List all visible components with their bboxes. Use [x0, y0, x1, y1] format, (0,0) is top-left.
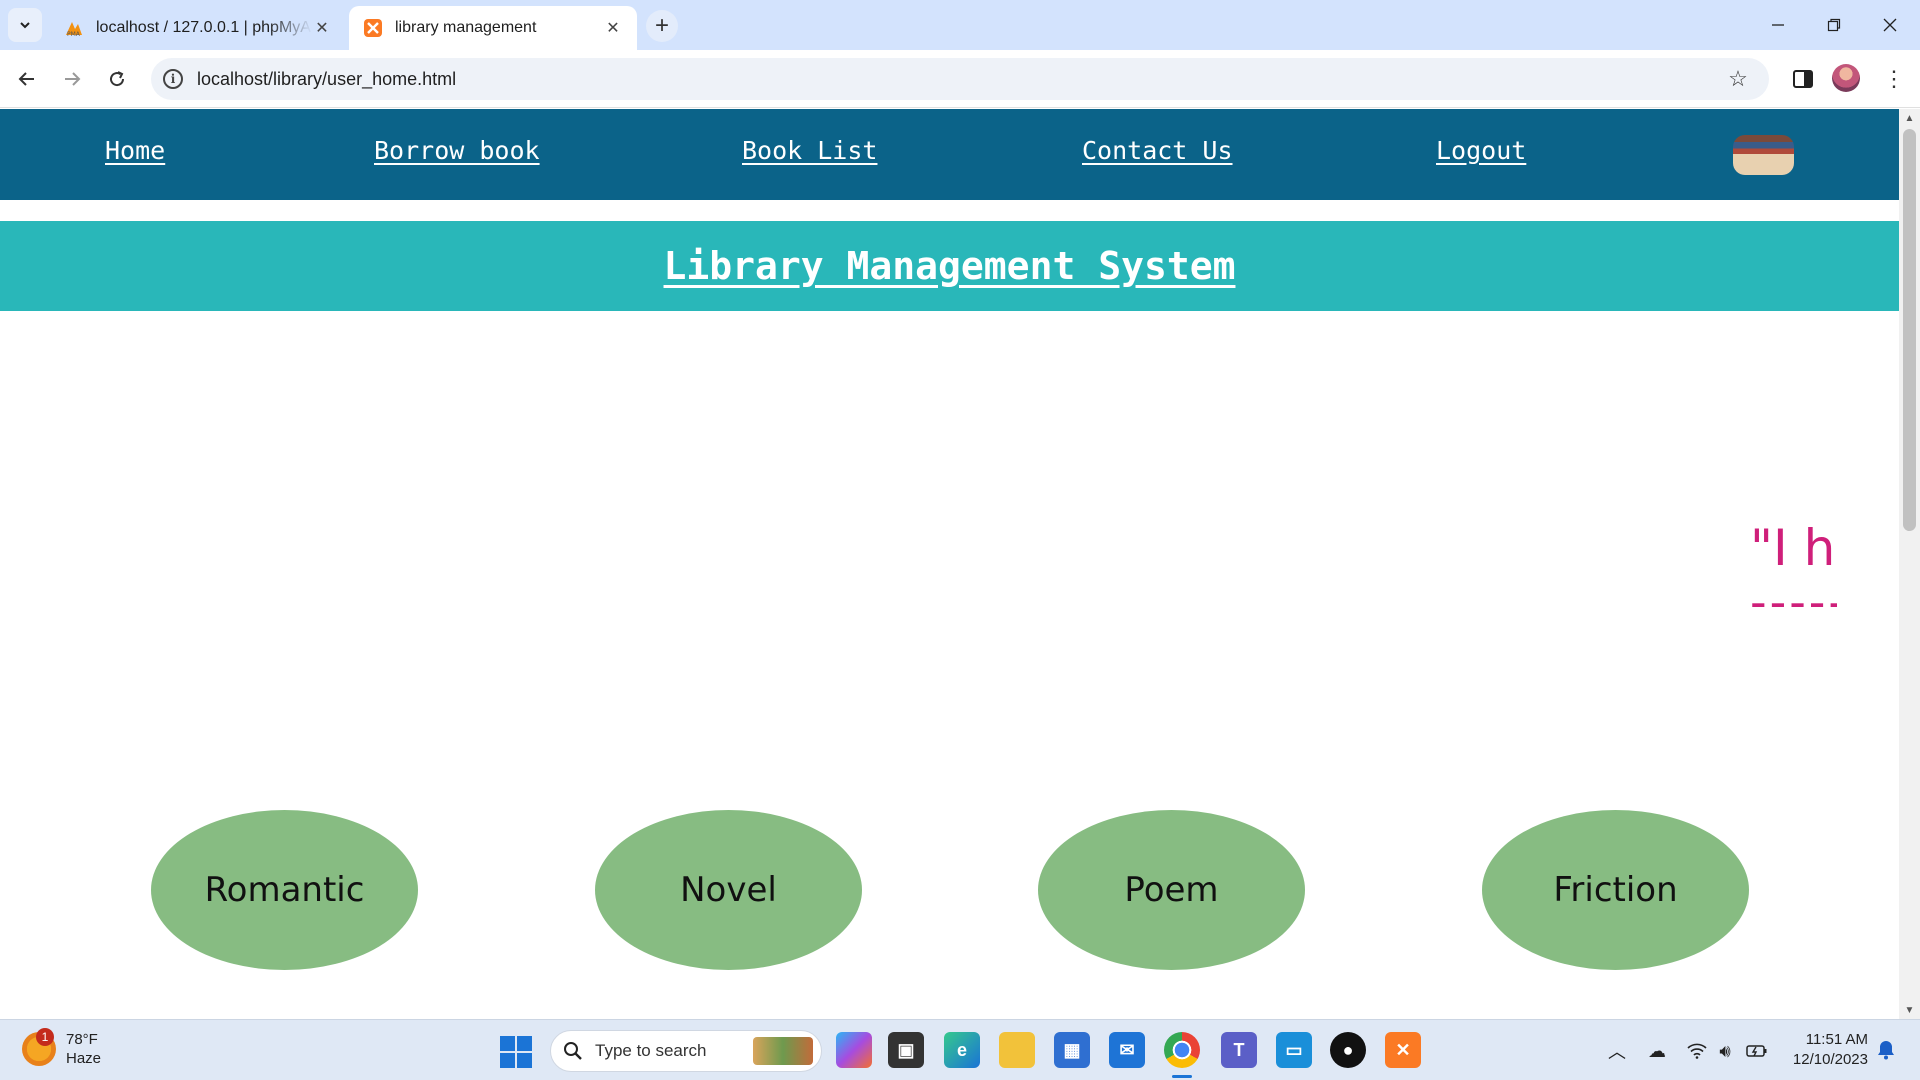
- edge-browser-icon[interactable]: e: [944, 1032, 980, 1068]
- address-bar[interactable]: i localhost/library/user_home.html ☆: [151, 58, 1769, 100]
- restore-icon: [1827, 18, 1841, 32]
- category-friction[interactable]: Friction: [1482, 810, 1749, 970]
- side-panel-button[interactable]: [1786, 62, 1820, 96]
- tab-library-management[interactable]: library management ✕: [349, 6, 637, 50]
- system-clock[interactable]: 11:51 AM 12/10/2023: [1786, 1030, 1868, 1070]
- windows-start-icon[interactable]: [500, 1036, 532, 1068]
- wifi-icon[interactable]: [1684, 1038, 1710, 1064]
- page-viewport: Home Borrow book Book List Contact Us Lo…: [0, 109, 1899, 1019]
- bookmark-star-icon[interactable]: ☆: [1721, 66, 1755, 92]
- close-icon: [1883, 18, 1897, 32]
- remote-desktop-icon[interactable]: ▭: [1276, 1032, 1312, 1068]
- arrow-right-icon: [65, 72, 81, 86]
- page-title: Library Management System: [663, 244, 1236, 288]
- nav-link-home[interactable]: Home: [105, 136, 165, 165]
- search-highlight-image: [753, 1037, 813, 1065]
- tab-search-button[interactable]: [8, 8, 42, 42]
- onedrive-icon[interactable]: ☁: [1644, 1038, 1670, 1064]
- chevron-down-icon: [20, 22, 30, 29]
- site-info-icon[interactable]: i: [163, 69, 183, 89]
- notification-bell-icon[interactable]: [1874, 1038, 1898, 1062]
- reload-icon: [110, 71, 125, 87]
- close-icon[interactable]: ✕: [312, 18, 332, 38]
- minimize-icon: [1772, 24, 1784, 26]
- task-view-icon[interactable]: ▣: [888, 1032, 924, 1068]
- quote-marquee: "I ha -----: [1745, 519, 1837, 629]
- new-tab-button[interactable]: +: [646, 10, 678, 42]
- tab-title: localhost / 127.0.0.1 | phpMyAdmin: [96, 19, 312, 36]
- xampp-icon: [363, 18, 383, 38]
- nav-link-book-list[interactable]: Book List: [742, 136, 877, 165]
- notification-badge: 1: [36, 1028, 54, 1046]
- tab-phpmyadmin[interactable]: PMA localhost / 127.0.0.1 | phpMyAdmin ✕: [50, 6, 346, 50]
- chevron-up-icon[interactable]: ︿: [1604, 1038, 1630, 1064]
- site-navbar: Home Borrow book Book List Contact Us Lo…: [0, 109, 1899, 200]
- category-poem[interactable]: Poem: [1038, 810, 1305, 970]
- weather-description: Haze: [66, 1050, 102, 1067]
- minimize-button[interactable]: [1750, 0, 1806, 50]
- close-icon[interactable]: ✕: [603, 18, 623, 38]
- scroll-up-icon[interactable]: ▲: [1899, 109, 1920, 127]
- marquee-author-text: -----: [1750, 575, 1837, 629]
- reload-button[interactable]: [100, 62, 134, 96]
- github-icon[interactable]: ●: [1330, 1032, 1366, 1068]
- category-romantic[interactable]: Romantic: [151, 810, 418, 970]
- scrollbar-thumb[interactable]: [1903, 129, 1916, 531]
- svg-text:PMA: PMA: [67, 31, 81, 37]
- browser-toolbar: i localhost/library/user_home.html ☆ ⋮: [0, 50, 1920, 108]
- close-window-button[interactable]: [1862, 0, 1918, 50]
- search-placeholder: Type to search: [595, 1041, 707, 1060]
- volume-icon[interactable]: 🔊︎: [1712, 1038, 1738, 1064]
- active-app-indicator: [1172, 1075, 1192, 1078]
- mail-icon[interactable]: ✉: [1109, 1032, 1145, 1068]
- scroll-down-icon[interactable]: ▼: [1899, 1001, 1920, 1019]
- browser-menu-icon[interactable]: ⋮: [1880, 62, 1908, 96]
- title-banner: Library Management System: [0, 221, 1899, 311]
- marquee-quote-text: "I ha: [1750, 519, 1837, 577]
- url-text[interactable]: localhost/library/user_home.html: [197, 69, 1721, 90]
- windows-taskbar: 1 78°F Haze Type to search ▣ e ▦ ✉ T ▭ ●…: [0, 1019, 1920, 1080]
- tab-title: library management: [395, 19, 537, 36]
- clock-date: 12/10/2023: [1792, 1051, 1868, 1068]
- category-novel[interactable]: Novel: [595, 810, 862, 970]
- arrow-left-icon: [18, 72, 34, 86]
- chrome-icon[interactable]: [1164, 1032, 1200, 1068]
- teams-icon[interactable]: T: [1221, 1032, 1257, 1068]
- library-logo-image: [1733, 135, 1794, 175]
- copilot-icon[interactable]: [836, 1032, 872, 1068]
- nav-link-borrow-book[interactable]: Borrow book: [374, 136, 540, 165]
- forward-button[interactable]: [55, 62, 89, 96]
- weather-widget[interactable]: 1 78°F Haze: [22, 1028, 102, 1068]
- nav-link-logout[interactable]: Logout: [1436, 136, 1526, 165]
- xampp-icon[interactable]: ✕: [1385, 1032, 1421, 1068]
- clock-time: 11:51 AM: [1805, 1031, 1868, 1048]
- side-panel-icon: [1793, 70, 1813, 88]
- weather-temperature: 78°F: [66, 1031, 98, 1048]
- microsoft-store-icon[interactable]: ▦: [1054, 1032, 1090, 1068]
- taskbar-search[interactable]: Type to search: [550, 1030, 822, 1072]
- page-scrollbar[interactable]: ▲ ▼: [1899, 109, 1920, 1019]
- browser-tab-bar: PMA localhost / 127.0.0.1 | phpMyAdmin ✕…: [0, 0, 1920, 50]
- back-button[interactable]: [10, 62, 44, 96]
- phpmyadmin-icon: PMA: [64, 18, 84, 38]
- restore-button[interactable]: [1806, 0, 1862, 50]
- weather-sun-icon: 1: [22, 1028, 56, 1066]
- profile-avatar[interactable]: [1832, 64, 1860, 92]
- nav-link-contact-us[interactable]: Contact Us: [1082, 136, 1233, 165]
- battery-icon[interactable]: [1744, 1038, 1770, 1064]
- search-icon: [564, 1042, 582, 1060]
- file-explorer-icon[interactable]: [999, 1032, 1035, 1068]
